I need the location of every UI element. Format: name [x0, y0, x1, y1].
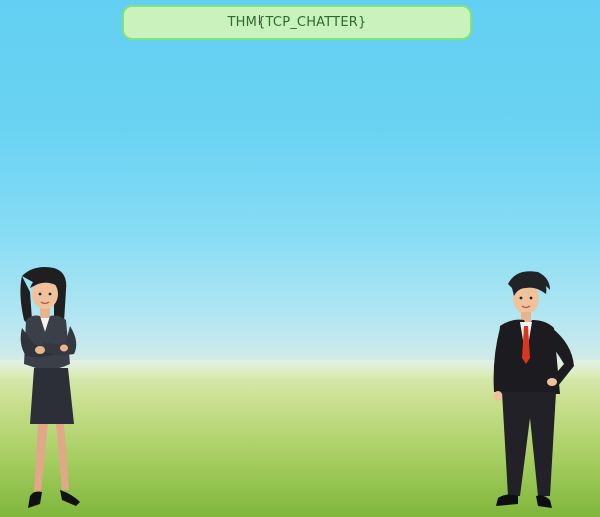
businesswoman-icon [20, 267, 80, 508]
flag-text: THM{TCP_CHATTER} [227, 15, 367, 30]
animation-scene: THM{TCP_CHATTER} [0, 0, 600, 517]
text-cursor [259, 15, 260, 25]
businessman-icon [493, 271, 574, 508]
flag-textbox[interactable]: THM{TCP_CHATTER} [122, 5, 472, 40]
